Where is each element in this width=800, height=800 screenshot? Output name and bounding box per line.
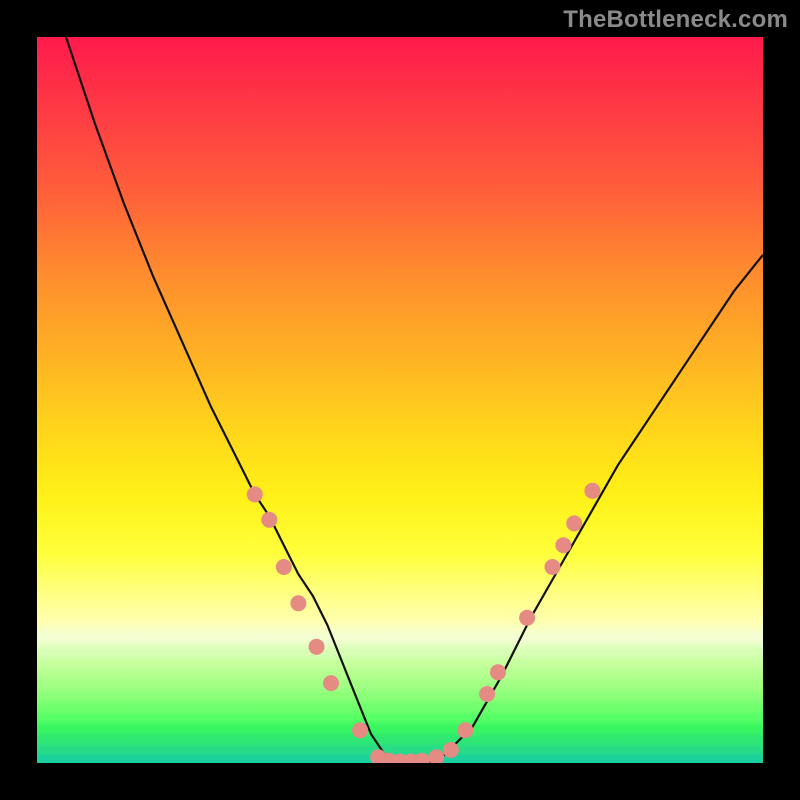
data-marker <box>555 537 571 553</box>
data-marker <box>290 595 306 611</box>
data-marker <box>584 483 600 499</box>
data-marker <box>428 749 444 763</box>
data-marker <box>323 675 339 691</box>
chart-stage: TheBottleneck.com <box>0 0 800 800</box>
data-marker <box>479 686 495 702</box>
data-marker <box>545 559 561 575</box>
data-marker <box>309 639 325 655</box>
data-marker <box>276 559 292 575</box>
data-marker <box>247 486 263 502</box>
plot-area <box>37 37 763 763</box>
data-marker <box>414 753 430 763</box>
bottleneck-curve <box>66 37 763 763</box>
data-marker <box>443 742 459 758</box>
data-marker <box>261 512 277 528</box>
data-marker <box>566 515 582 531</box>
data-marker <box>490 664 506 680</box>
data-marker <box>457 722 473 738</box>
data-marker <box>352 722 368 738</box>
data-marker <box>519 610 535 626</box>
watermark-text: TheBottleneck.com <box>563 6 788 34</box>
bottleneck-chart <box>37 37 763 763</box>
